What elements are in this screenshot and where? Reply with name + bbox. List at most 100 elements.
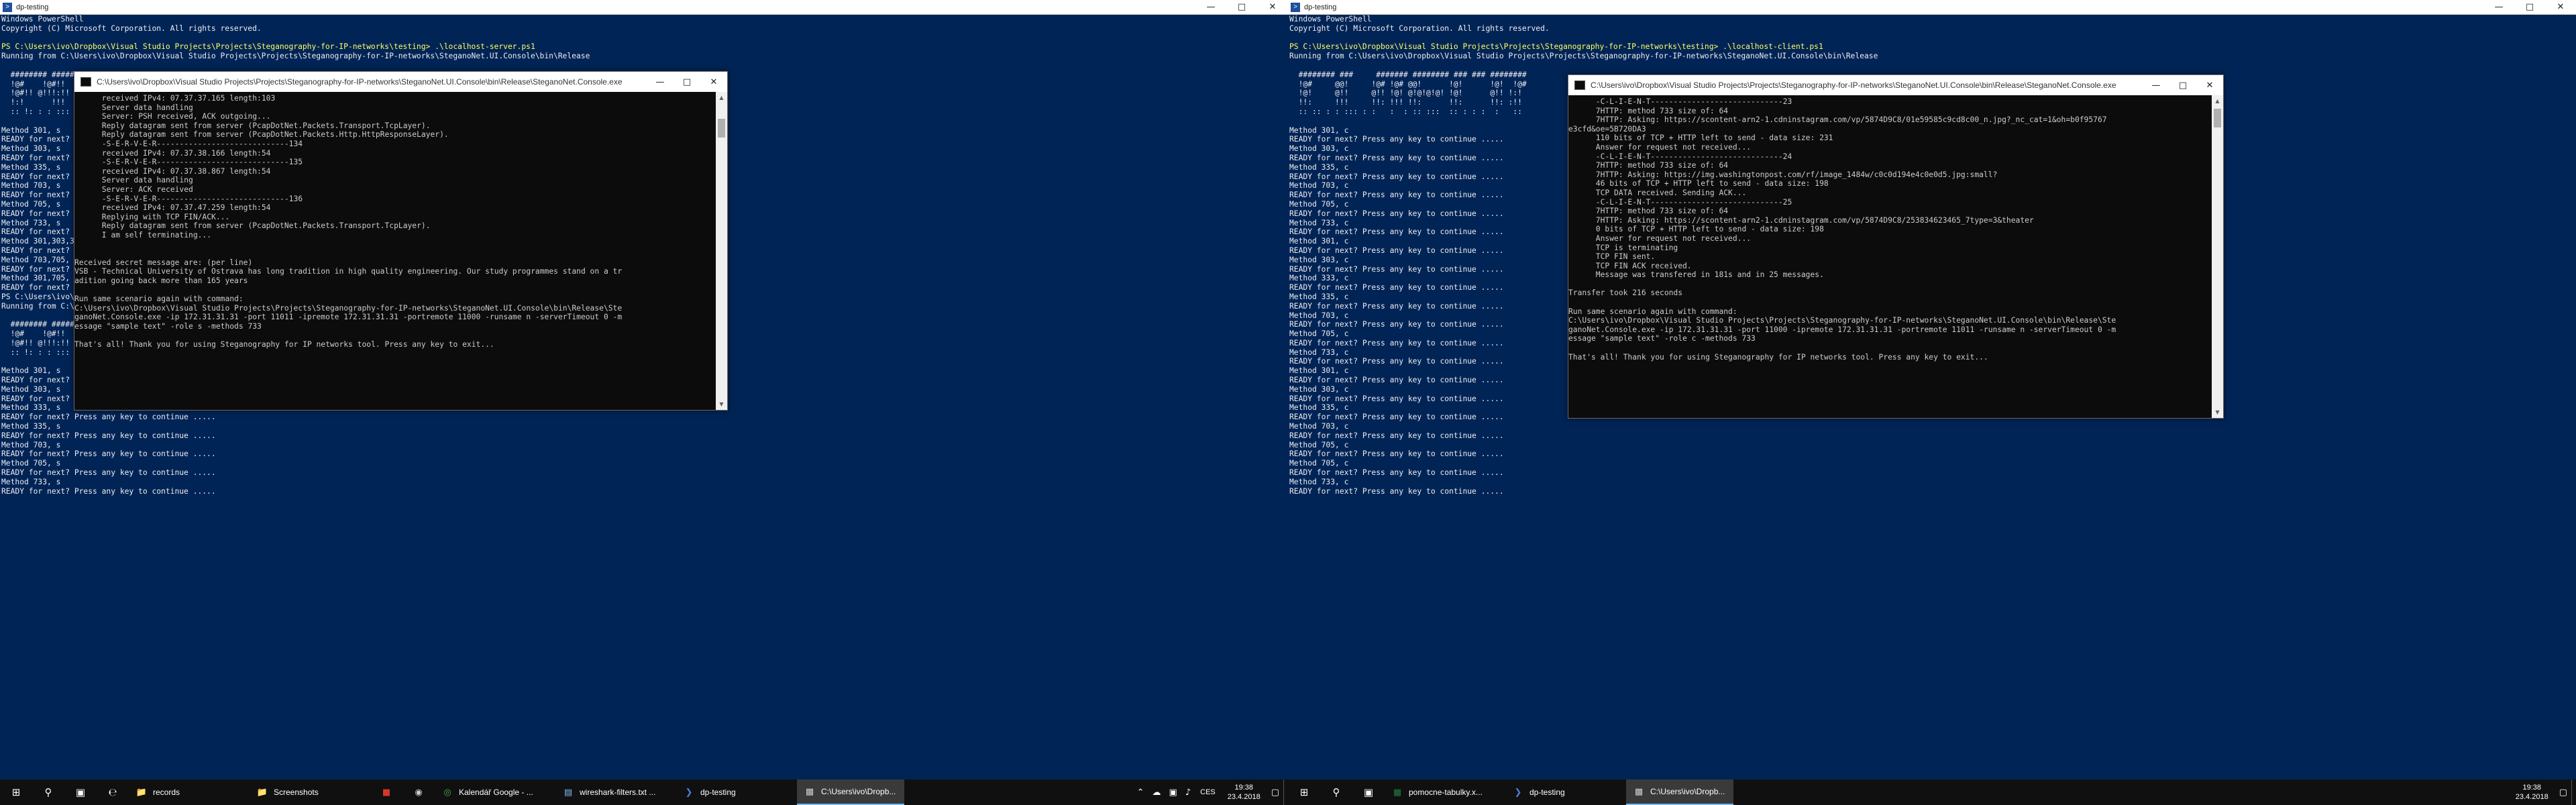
console-title-client: C:\Users\ivo\Dropbox\Visual Studio Proje… (1591, 80, 2116, 90)
output-line: -C-L-I-E-N-T----------------------------… (1568, 97, 1792, 106)
powershell-icon: ❯ (1514, 787, 1522, 798)
console-window-server[interactable]: C:\Users\ivo\Dropbox\Visual Studio Proje… (74, 71, 728, 411)
scrollbar[interactable]: ▲ ▼ (716, 92, 727, 410)
output-line: PS C:\Users\ivo\Dropbox\Visual Studio Pr… (1289, 42, 1823, 52)
start-button[interactable]: ⊞ (0, 780, 32, 805)
minimize-button[interactable]: — (2483, 0, 2514, 14)
scrollbar[interactable]: ▲ ▼ (2212, 95, 2223, 418)
output-line: 7HTTP: Asking: https://scontent-arn2-1.c… (1568, 115, 2107, 125)
task-view-icon[interactable]: ▣ (64, 780, 97, 805)
output-line: READY for next? Press any key to continu… (1289, 449, 1504, 459)
taskbar-app-5[interactable]: ▤ wireshark-filters.txt ... (555, 780, 676, 805)
console-titlebar-server[interactable]: C:\Users\ivo\Dropbox\Visual Studio Proje… (74, 72, 727, 92)
minimize-button[interactable]: — (2143, 75, 2169, 95)
taskbar-app-label: wireshark-filters.txt ... (580, 788, 656, 797)
scroll-up-icon[interactable]: ▲ (716, 92, 727, 103)
taskbar-app-2[interactable]: ■ (370, 780, 402, 805)
maximize-button[interactable]: □ (2169, 75, 2196, 95)
scrollbar-thumb[interactable] (718, 119, 725, 138)
clock-time: 19:38 (2522, 784, 2541, 792)
scrollbar-thumb[interactable] (2214, 109, 2221, 127)
taskbar-app-4[interactable]: ◎ Kalendář Google - ... (435, 780, 555, 805)
output-line: Server: ACK received (74, 184, 193, 194)
taskbar-app-label: pomocne-tabulky.x... (1409, 788, 1483, 797)
output-line: That's all! Thank you for using Steganog… (74, 340, 494, 350)
search-icon[interactable]: ⚲ (32, 780, 64, 805)
taskbar-app-1[interactable]: ❯ dp-testing (1505, 780, 1626, 805)
taskbar-app-6[interactable]: ❯ dp-testing (676, 780, 797, 805)
output-line: I am self terminating... (74, 230, 212, 239)
language-indicator[interactable]: CES (1195, 788, 1221, 796)
scroll-down-icon[interactable]: ▼ (716, 398, 727, 410)
output-line: READY for next? Press any key to continu… (1, 468, 216, 478)
output-line: 110 bits of TCP + HTTP left to send - da… (1568, 133, 1833, 143)
close-button[interactable]: ✕ (1257, 0, 1288, 14)
task-view-icon[interactable]: ▣ (1352, 780, 1385, 805)
maximize-button[interactable]: □ (674, 72, 700, 92)
output-line: Method 733, c (1289, 477, 1349, 486)
start-button[interactable]: ⊞ (1288, 780, 1320, 805)
console-title-server: C:\Users\ivo\Dropbox\Visual Studio Proje… (97, 77, 623, 87)
volume-icon[interactable]: ♪ (1181, 788, 1195, 798)
output-line: 7HTTP: method 733 size of: 64 (1568, 161, 1729, 170)
clock[interactable]: 19:38 23.4.2018 (2509, 783, 2555, 802)
output-line: Server data handling (74, 103, 193, 112)
clock[interactable]: 19:38 23.4.2018 (1221, 783, 1267, 802)
output-line: READY for next? Press any key to continu… (1, 431, 216, 440)
cloud-icon[interactable]: ☁ (1148, 788, 1165, 798)
edge-icon[interactable]: ℮ (97, 780, 129, 805)
taskbar-app-label: records (153, 788, 180, 797)
output-line: Transfer took 216 seconds (1568, 288, 1683, 298)
chevron-up-icon[interactable]: ⌃ (1133, 788, 1148, 798)
search-icon[interactable]: ⚲ (1320, 780, 1352, 805)
show-desktop-button[interactable] (2571, 780, 2576, 805)
powershell-titlebar-left[interactable]: > dp-testing — □ ✕ (0, 0, 1288, 15)
output-line: Run same scenario again with command: (1568, 307, 1737, 316)
maximize-button[interactable]: □ (1226, 0, 1257, 14)
output-line: Method 705, s (1, 459, 61, 468)
output-line: 7HTTP: method 733 size of: 64 (1568, 207, 1729, 216)
notifications-icon[interactable]: ▢ (2555, 788, 2571, 798)
close-button[interactable]: ✕ (2545, 0, 2576, 14)
taskbar-app-3[interactable]: ◉ (402, 780, 435, 805)
taskbar-app-2[interactable]: ▩ C:\Users\ivo\Dropb... (1626, 780, 1733, 805)
folder-icon: 📁 (256, 787, 268, 798)
close-button[interactable]: ✕ (700, 72, 727, 92)
console-output-client[interactable]: -C-L-I-E-N-T----------------------------… (1568, 95, 2211, 418)
notifications-icon[interactable]: ▢ (1267, 788, 1283, 798)
taskbar-app-1[interactable]: 📁 Screenshots (250, 780, 370, 805)
minimize-button[interactable]: — (1195, 0, 1226, 14)
output-line: Method 705, c (1289, 459, 1349, 468)
network-icon[interactable]: ▣ (1165, 788, 1181, 798)
close-button[interactable]: ✕ (2196, 75, 2223, 95)
console-icon: ▩ (1634, 786, 1644, 797)
output-line: received IPv4: 07.37.47.259 length:54 (74, 203, 271, 213)
scroll-up-icon[interactable]: ▲ (2212, 95, 2223, 107)
taskbar-app-0[interactable]: ▦ pomocne-tabulky.x... (1385, 780, 1505, 805)
taskbar-app-0[interactable]: 📁 records (129, 780, 250, 805)
output-line: Answer for request not received... (1568, 142, 1752, 152)
output-line: adition going back more than 165 years (74, 276, 248, 285)
maximize-button[interactable]: □ (2514, 0, 2545, 14)
output-line: 46 bits of TCP + HTTP left to send - dat… (1568, 179, 1829, 189)
output-line: 7HTTP: Asking: https://scontent-arn2-1.c… (1568, 215, 2034, 225)
taskbar-app-label: dp-testing (700, 788, 736, 797)
notepad-icon: ▤ (564, 787, 573, 798)
output-line: -S-E-R-V-E-R----------------------------… (74, 194, 303, 203)
powershell-titlebar-right[interactable]: > dp-testing — □ ✕ (1288, 0, 2576, 15)
excel-icon: ▦ (1393, 787, 1402, 798)
scroll-down-icon[interactable]: ▼ (2212, 407, 2223, 418)
output-line: -S-E-R-V-E-R----------------------------… (74, 158, 303, 167)
output-line: Replying with TCP FIN/ACK... (74, 212, 230, 221)
taskbar-app-7[interactable]: ▩ C:\Users\ivo\Dropb... (797, 780, 904, 805)
minimize-button[interactable]: — (647, 72, 674, 92)
output-line: Method 705, c (1289, 440, 1349, 449)
console-titlebar-client[interactable]: C:\Users\ivo\Dropbox\Visual Studio Proje… (1568, 75, 2223, 95)
console-window-client[interactable]: C:\Users\ivo\Dropbox\Visual Studio Proje… (1568, 74, 2224, 419)
show-desktop-button[interactable] (1283, 780, 1288, 805)
console-output-server[interactable]: received IPv4: 07.37.37.165 length:103 S… (74, 92, 715, 410)
taskbar-app-label: Kalendář Google - ... (459, 788, 533, 797)
